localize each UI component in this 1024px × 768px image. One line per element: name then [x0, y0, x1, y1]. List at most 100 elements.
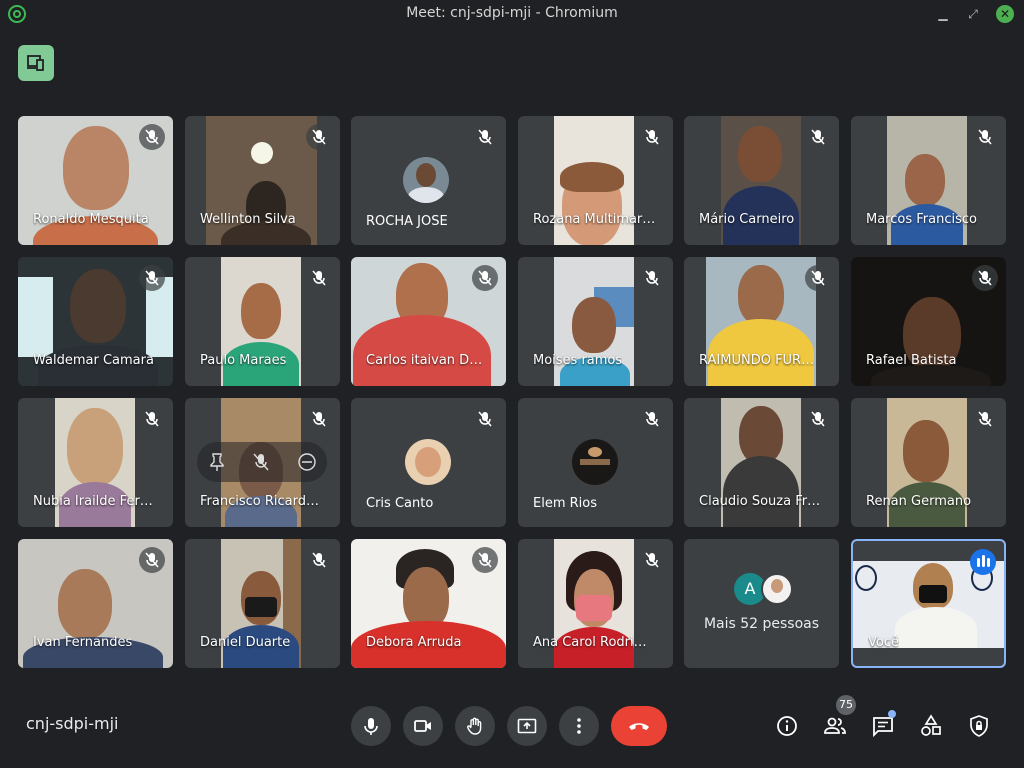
microphone-icon: [364, 718, 378, 735]
participant-name: Claudio Souza Fr…: [699, 494, 821, 509]
mic-off-icon[interactable]: [253, 452, 269, 472]
participant-name: Mário Carneiro: [699, 212, 795, 227]
mic-off-icon: [972, 406, 998, 432]
participant-tile[interactable]: Ronaldo Mesquita: [18, 116, 173, 245]
participant-tile[interactable]: Rozana Multimar…: [518, 116, 673, 245]
device-button[interactable]: [18, 45, 54, 81]
mic-off-icon: [472, 265, 498, 291]
participant-name: Daniel Duarte: [200, 635, 291, 650]
mic-off-icon: [139, 547, 165, 573]
pin-icon[interactable]: [209, 452, 225, 472]
participant-tile[interactable]: Renan Germano: [851, 398, 1006, 527]
participant-tile[interactable]: Waldemar Camara: [18, 257, 173, 386]
participant-name: Francisco Ricard…: [200, 494, 319, 509]
participant-tile[interactable]: ROCHA JOSE: [351, 116, 506, 245]
window-titlebar: Meet: cnj-sdpi-mji - Chromium ▁ ⤢ ✕: [0, 0, 1024, 28]
participant-name: Nubia Irailde Fer…: [33, 494, 153, 509]
participant-tile[interactable]: Mário Carneiro: [684, 116, 839, 245]
participant-tile[interactable]: Nubia Irailde Fer…: [18, 398, 173, 527]
mic-off-icon: [972, 265, 998, 291]
mic-off-icon: [472, 547, 498, 573]
participant-name: Debora Arruda: [366, 635, 462, 650]
participant-tile[interactable]: Ana Carol Rodri…: [518, 539, 673, 668]
microphone-button[interactable]: [351, 706, 391, 746]
participant-name: Waldemar Camara: [33, 353, 154, 368]
meeting-details-button[interactable]: [771, 710, 803, 742]
participant-name: Paulo Maraes: [200, 353, 287, 368]
participant-name: Ana Carol Rodri…: [533, 635, 647, 650]
people-count-badge: 75: [836, 695, 856, 715]
mic-off-icon: [139, 124, 165, 150]
close-icon[interactable]: ✕: [996, 5, 1014, 23]
device-icon: [27, 55, 44, 71]
participant-avatar: [572, 439, 618, 485]
mic-off-icon: [306, 547, 332, 573]
participant-tile[interactable]: Daniel Duarte: [185, 539, 340, 668]
speaking-indicator-icon: [970, 549, 996, 575]
participant-tile[interactable]: RAIMUNDO FUR…: [684, 257, 839, 386]
remove-icon[interactable]: [297, 452, 317, 472]
participant-name: Elem Rios: [533, 496, 597, 511]
participant-avatar: [403, 157, 449, 203]
participant-tile[interactable]: Ivan Fernandes: [18, 539, 173, 668]
camera-icon: [414, 720, 431, 732]
mic-off-icon: [472, 124, 498, 150]
mic-off-icon: [639, 265, 665, 291]
participant-tile[interactable]: Cris Canto: [351, 398, 506, 527]
mic-off-icon: [306, 265, 332, 291]
mic-off-icon: [639, 124, 665, 150]
more-options-icon: [577, 718, 581, 734]
participant-tile[interactable]: Francisco Ricard…: [185, 398, 340, 527]
mic-off-icon: [139, 265, 165, 291]
participant-tile[interactable]: Wellinton Silva: [185, 116, 340, 245]
self-tile[interactable]: Você: [851, 539, 1006, 668]
mic-off-icon: [805, 124, 831, 150]
more-options-button[interactable]: [559, 706, 599, 746]
window-title: Meet: cnj-sdpi-mji - Chromium: [406, 5, 618, 21]
more-participants-label: Mais 52 pessoas: [703, 616, 820, 632]
mic-off-icon: [639, 547, 665, 573]
participant-name: Carlos itaivan D…: [366, 353, 483, 368]
participant-tile[interactable]: Debora Arruda: [351, 539, 506, 668]
participant-name: Cris Canto: [366, 496, 434, 511]
people-icon: [824, 717, 846, 734]
hangup-icon: [629, 723, 649, 730]
minimize-icon[interactable]: ▁: [934, 5, 952, 23]
present-button[interactable]: [507, 706, 547, 746]
camera-button[interactable]: [403, 706, 443, 746]
participant-tile[interactable]: Elem Rios: [518, 398, 673, 527]
participant-name: Wellinton Silva: [200, 212, 296, 227]
participant-tile[interactable]: Paulo Maraes: [185, 257, 340, 386]
mic-off-icon: [972, 124, 998, 150]
participant-tile[interactable]: Marcos Francisco: [851, 116, 1006, 245]
info-icon: [777, 716, 797, 736]
participant-name: ROCHA JOSE: [366, 214, 448, 229]
activities-button[interactable]: [915, 710, 947, 742]
host-controls-button[interactable]: [963, 710, 995, 742]
participant-name: Ronaldo Mesquita: [33, 212, 149, 227]
mic-off-icon: [805, 265, 831, 291]
leave-call-button[interactable]: [611, 706, 667, 746]
avatar: [761, 573, 793, 605]
participant-name: Rafael Batista: [866, 353, 957, 368]
chat-notification-dot: [888, 710, 896, 718]
participant-avatar: [405, 439, 451, 485]
present-icon: [517, 718, 537, 734]
maximize-icon[interactable]: ⤢: [964, 5, 982, 23]
participant-name: RAIMUNDO FUR…: [699, 353, 815, 368]
more-participants-tile[interactable]: A Mais 52 pessoas: [684, 539, 839, 668]
tile-hover-controls: [197, 442, 327, 482]
participant-tile[interactable]: Claudio Souza Fr…: [684, 398, 839, 527]
participant-tile[interactable]: Moises ramos: [518, 257, 673, 386]
mic-off-icon: [805, 406, 831, 432]
participant-tile[interactable]: Carlos itaivan D…: [351, 257, 506, 386]
participant-tile[interactable]: Rafael Batista: [851, 257, 1006, 386]
control-bar: cnj-sdpi-mji 75: [0, 690, 1024, 768]
activities-icon: [921, 714, 941, 736]
participant-name: Ivan Fernandes: [33, 635, 133, 650]
self-name: Você: [868, 635, 899, 650]
mic-off-icon: [306, 124, 332, 150]
raise-hand-button[interactable]: [455, 706, 495, 746]
raise-hand-icon: [467, 717, 482, 735]
mic-off-icon: [639, 406, 665, 432]
